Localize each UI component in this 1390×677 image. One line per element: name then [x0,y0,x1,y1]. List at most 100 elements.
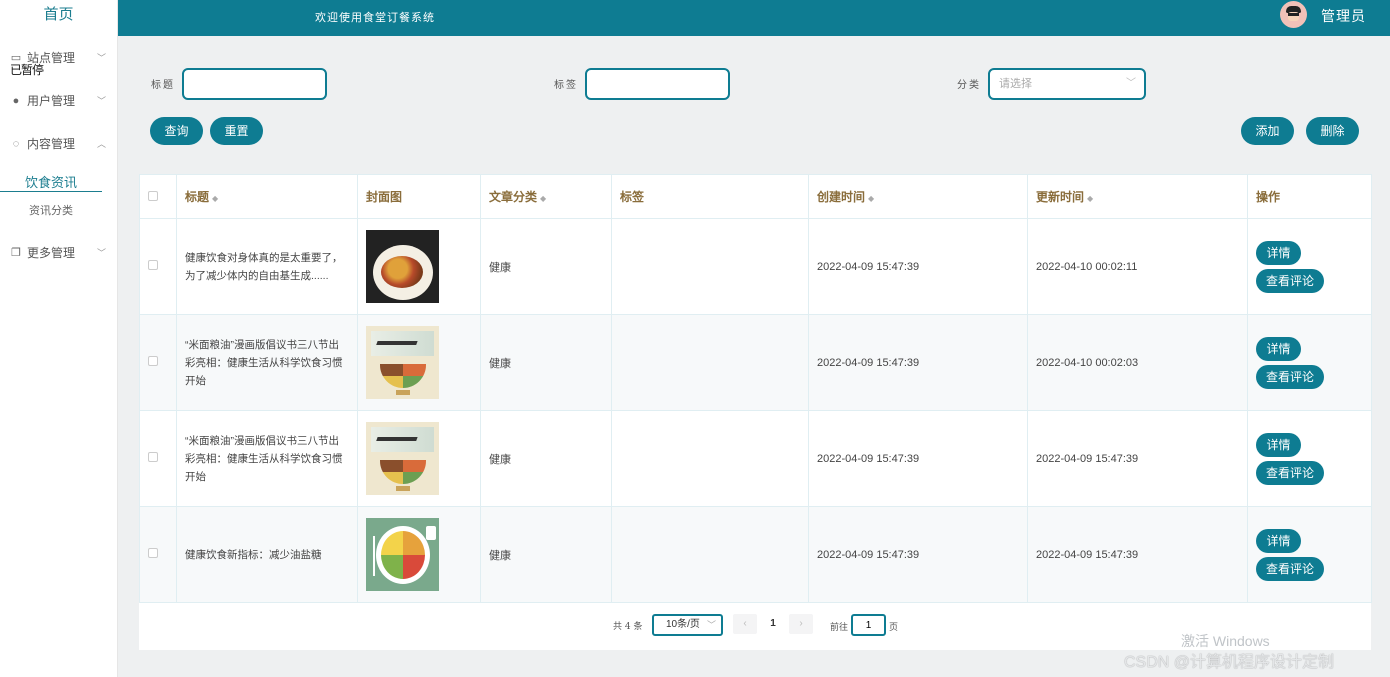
header-updated[interactable]: 更新时间 ◆ [1027,174,1248,219]
row-tag [611,218,809,315]
header-cover: 封面图 [357,174,481,219]
cover-image[interactable] [366,326,439,399]
chevron-down-icon: ﹀ [96,248,106,258]
sidebar-item-label: 内容管理 [27,137,76,151]
tag-filter-input[interactable] [585,68,730,100]
header-category[interactable]: 文章分类 ◆ [480,174,612,219]
table-header-row: 标题 ◆ 封面图 文章分类 ◆ 标签 创建时间 ◆ 更新时间 ◆ 操作 [139,174,1372,219]
welcome-text: 欢迎使用食堂订餐系统 [315,11,435,24]
header-tag: 标签 [611,174,809,219]
page-size-select[interactable]: 10条/页 ﹀ [652,614,723,636]
next-page-button[interactable]: › [789,614,813,634]
top-header: 欢迎使用食堂订餐系统 管理员 [118,0,1390,36]
goto-label: 前往 [830,623,849,633]
view-comments-button[interactable]: 查看评论 [1256,268,1324,293]
row-category: 健康 [480,410,612,507]
view-comments-button[interactable]: 查看评论 [1256,556,1324,581]
chevron-down-icon: ﹀ [96,53,106,63]
row-category: 健康 [480,218,612,315]
select-all-cell[interactable] [139,174,177,219]
row-updated: 2022-04-09 15:47:39 [1027,506,1248,603]
chevron-down-icon: ﹀ [706,620,716,630]
avatar[interactable] [1280,1,1307,28]
row-title: “米面粮油”漫画版倡议书三八节出彩亮相：健康生活从科学饮食习惯开始 [176,314,358,411]
title-filter-label: 标题 [151,80,175,91]
row-updated: 2022-04-09 15:47:39 [1027,410,1248,507]
row-title: 健康饮食对身体真的是太重要了，为了减少体内的自由基生成...... [176,218,358,315]
row-tag [611,410,809,507]
sidebar: 首页 ▭ 站点管理 ﹀ 已暂停 ● 用户管理 ﹀ ◌ 内容管理 ︿ 饮食资讯 资… [0,0,118,677]
row-created: 2022-04-09 15:47:39 [808,218,1028,315]
chat-icon: ◌ [12,137,20,150]
select-placeholder: 请选择 [999,78,1032,90]
delete-button[interactable]: 删除 [1306,117,1359,145]
row-category: 健康 [480,506,612,603]
row-updated: 2022-04-10 00:02:03 [1027,314,1248,411]
prev-page-button[interactable]: ‹ [733,614,757,634]
page-size-value: 10条/页 [666,619,700,630]
csdn-watermark: CSDN @计算机程序设计定制 [1124,654,1335,671]
row-checkbox[interactable] [148,356,158,366]
sort-icon[interactable]: ◆ [868,194,874,203]
row-title: 健康饮食新指标：减少油盐糖 [176,506,358,603]
sort-icon[interactable]: ◆ [1087,194,1093,203]
cover-image[interactable] [366,422,439,495]
detail-button[interactable]: 详情 [1256,336,1301,361]
chevron-up-icon: ︿ [96,139,106,149]
header-title[interactable]: 标题 ◆ [176,174,358,219]
cover-image[interactable] [366,518,439,591]
row-title: “米面粮油”漫画版倡议书三八节出彩亮相：健康生活从科学饮食习惯开始 [176,410,358,507]
detail-button[interactable]: 详情 [1256,528,1301,553]
admin-name[interactable]: 管理员 [1321,6,1366,26]
sort-icon[interactable]: ◆ [540,194,546,203]
chevron-down-icon: ﹀ [96,96,106,106]
sidebar-item-label: 用户管理 [27,94,76,108]
header-actions: 操作 [1247,174,1372,219]
row-checkbox[interactable] [148,260,158,270]
sidebar-sub-food-news[interactable]: 饮食资讯 [0,172,102,192]
page-number-button[interactable]: 1 [761,614,785,634]
row-checkbox[interactable] [148,452,158,462]
header-created[interactable]: 创建时间 ◆ [808,174,1028,219]
pagination-total: 共 4 条 [613,622,643,632]
row-updated: 2022-04-10 00:02:11 [1027,218,1248,315]
sidebar-sub-news-category[interactable]: 资讯分类 [0,202,102,218]
table-row: 健康饮食新指标：减少油盐糖 健康 2022-04-09 15:47:39 202… [139,506,1372,603]
user-icon: ● [12,94,20,107]
row-created: 2022-04-09 15:47:39 [808,506,1028,603]
table-row: “米面粮油”漫画版倡议书三八节出彩亮相：健康生活从科学饮食习惯开始 健康 202… [139,410,1372,507]
paused-overlay-text: 已暂停 [10,63,44,77]
goto-page-input[interactable] [851,614,886,636]
cover-image[interactable] [366,230,439,303]
sidebar-item-label: 更多管理 [27,246,76,260]
table-row: “米面粮油”漫画版倡议书三八节出彩亮相：健康生活从科学饮食习惯开始 健康 202… [139,314,1372,411]
copy-icon: ❐ [11,246,21,259]
page-suffix: 页 [889,623,899,633]
view-comments-button[interactable]: 查看评论 [1256,364,1324,389]
row-checkbox[interactable] [148,548,158,558]
row-created: 2022-04-09 15:47:39 [808,314,1028,411]
category-filter-label: 分类 [957,80,981,91]
title-filter-input[interactable] [182,68,327,100]
data-table: 标题 ◆ 封面图 文章分类 ◆ 标签 创建时间 ◆ 更新时间 ◆ 操作 健康饮食对身体真… [139,174,1372,650]
query-button[interactable]: 查询 [150,117,203,145]
tag-filter-label: 标签 [554,80,578,91]
sidebar-item-users[interactable]: ● 用户管理 ﹀ [10,92,106,109]
add-button[interactable]: 添加 [1241,117,1294,145]
chevron-down-icon: ﹀ [1126,78,1136,89]
row-category: 健康 [480,314,612,411]
reset-button[interactable]: 重置 [210,117,263,145]
row-tag [611,314,809,411]
detail-button[interactable]: 详情 [1256,240,1301,265]
sidebar-item-content[interactable]: ◌ 内容管理 ︿ [10,135,106,152]
row-tag [611,506,809,603]
view-comments-button[interactable]: 查看评论 [1256,460,1324,485]
sidebar-home[interactable]: 首页 [0,0,117,34]
sort-icon[interactable]: ◆ [212,194,218,203]
sidebar-item-more[interactable]: ❐ 更多管理 ﹀ [10,244,106,261]
detail-button[interactable]: 详情 [1256,432,1301,457]
category-filter-select[interactable]: 请选择 ﹀ [988,68,1146,100]
checkbox[interactable] [148,190,158,201]
table-row: 健康饮食对身体真的是太重要了，为了减少体内的自由基生成...... 健康 202… [139,218,1372,315]
row-created: 2022-04-09 15:47:39 [808,410,1028,507]
